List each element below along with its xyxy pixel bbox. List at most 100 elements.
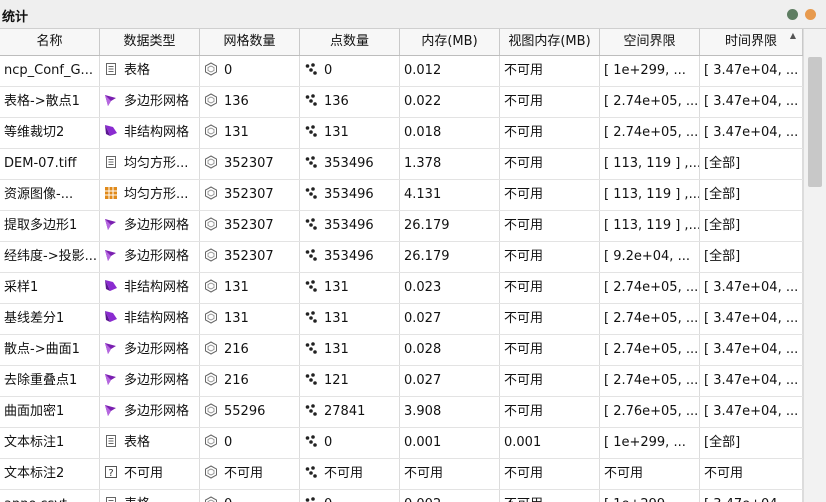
column-header-temporal-bounds[interactable]: 时间界限 ▲ — [700, 29, 803, 55]
cell-memory-text: 4.131 — [404, 187, 442, 202]
float-button[interactable] — [787, 9, 798, 20]
column-header-cell-count[interactable]: 网格数量 — [200, 29, 300, 55]
cell-data-type: 非结构网格 — [100, 118, 200, 148]
cell-data-type-text: 不可用 — [124, 466, 164, 481]
cell-icon — [204, 124, 218, 138]
cell-icon — [204, 62, 218, 76]
cell-memory: 不可用 — [400, 459, 500, 489]
column-header-point-count[interactable]: 点数量 — [300, 29, 400, 55]
cell-temporal-bounds: [全部] — [700, 180, 803, 210]
cell-memory: 0.012 — [400, 56, 500, 86]
cell-point-count: 121 — [300, 366, 400, 396]
cell-name-text: 曲面加密1 — [4, 404, 65, 419]
table-row[interactable]: 文本标注2? 不可用 不可用 不可用 不可用 不可用 不可用 不可用 — [0, 459, 826, 490]
column-header-spatial-bounds[interactable]: 空间界限 — [600, 29, 700, 55]
cell-view-memory-text: 不可用 — [504, 94, 544, 109]
cell-cell-count-text: 352307 — [224, 187, 274, 202]
points-icon — [304, 310, 318, 324]
cell-spatial-bounds: [ 1e+299, ... — [600, 428, 700, 458]
cell-memory-text: 1.378 — [404, 156, 442, 171]
cell-temporal-bounds-text: [ 3.47e+04, ... — [704, 63, 799, 78]
cell-data-type: ? 不可用 — [100, 459, 200, 489]
close-button[interactable] — [805, 9, 816, 20]
cell-icon — [204, 155, 218, 169]
points-icon — [304, 93, 318, 107]
cell-view-memory: 不可用 — [500, 335, 600, 365]
cell-name: ncp_Conf_G... — [0, 56, 100, 86]
sort-arrow-icon: ▲ — [789, 31, 796, 40]
cell-spatial-bounds-text: [ 113, 119 ] ,... — [604, 218, 700, 233]
statistics-panel: 统计 名称 数据类型 网格数量 点数量 内存(MB) 视图内存(MB) 空间界限… — [0, 0, 826, 502]
cell-cell-count: 352307 — [200, 180, 300, 210]
cell-name-text: 等维裁切2 — [4, 125, 65, 140]
table-row[interactable]: 文本标注1 表格 0 0 0.001 0.001 [ 1e+299, ... [全部] — [0, 428, 826, 459]
cell-temporal-bounds-text: [全部] — [704, 156, 741, 171]
table-row[interactable]: 基线差分1 非结构网格 131 131 0.027 不可用 [ 2.74e+05, ... [… — [0, 304, 826, 335]
cell-name-text: 资源图像-... — [4, 187, 74, 202]
cell-temporal-bounds: [全部] — [700, 149, 803, 179]
table-row[interactable]: 采样1 非结构网格 131 131 0.023 不可用 [ 2.74e+05, ... [ 3… — [0, 273, 826, 304]
table-row[interactable]: 等维裁切2 非结构网格 131 131 0.018 不可用 [ 2.74e+05, ... [… — [0, 118, 826, 149]
cell-view-memory-text: 不可用 — [504, 156, 544, 171]
polygon-mesh-icon — [104, 341, 118, 355]
cell-memory: 1.378 — [400, 149, 500, 179]
cell-point-count-text: 353496 — [324, 187, 374, 202]
polygon-mesh-icon — [104, 93, 118, 107]
table-row[interactable]: 散点->曲面1 多边形网格 216 131 0.028 不可用 [ 2.74e+05, ..… — [0, 335, 826, 366]
cell-cell-count: 216 — [200, 366, 300, 396]
cell-memory: 0.022 — [400, 87, 500, 117]
cell-icon — [204, 310, 218, 324]
cell-temporal-bounds-text: [ 3.47e+04, ... — [704, 373, 799, 388]
cell-cell-count-text: 352307 — [224, 156, 274, 171]
cell-cell-count: 0 — [200, 428, 300, 458]
cell-cell-count-text: 136 — [224, 94, 249, 109]
cell-memory-text: 0.027 — [404, 311, 442, 326]
cell-icon — [204, 93, 218, 107]
column-header-memory[interactable]: 内存(MB) — [400, 29, 500, 55]
cell-data-type: 多边形网格 — [100, 87, 200, 117]
cell-name: 散点->曲面1 — [0, 335, 100, 365]
cell-cell-count-text: 131 — [224, 125, 249, 140]
table-row[interactable]: 提取多边形1 多边形网格 352307 353496 26.179 不可用 [ 113, 1… — [0, 211, 826, 242]
vertical-scrollbar[interactable] — [803, 29, 826, 502]
table-row[interactable]: 曲面加密1 多边形网格 55296 27841 3.908 不可用 [ 2.76e+05, … — [0, 397, 826, 428]
table-row[interactable]: 经纬度->投影... 多边形网格 352307 353496 26.179 不可用 [ 9.… — [0, 242, 826, 273]
column-header-view-memory[interactable]: 视图内存(MB) — [500, 29, 600, 55]
cell-memory: 0.018 — [400, 118, 500, 148]
cell-cell-count: 352307 — [200, 149, 300, 179]
cell-data-type-text: 均匀方形... — [124, 156, 189, 171]
cell-icon — [204, 279, 218, 293]
cell-temporal-bounds: [ 3.47e+04, ... — [700, 87, 803, 117]
cell-temporal-bounds: [ 3.47e+04, ... — [700, 490, 803, 502]
unstructured-grid-icon — [104, 310, 118, 324]
polygon-mesh-icon — [104, 217, 118, 231]
scrollbar-thumb[interactable] — [808, 57, 822, 187]
column-header-data-type[interactable]: 数据类型 — [100, 29, 200, 55]
table-row[interactable]: ncp_Conf_G... 表格 0 0 0.012 不可用 [ 1e+299, ... [ … — [0, 56, 826, 87]
cell-name-text: anno.csvt — [4, 497, 67, 502]
cell-view-memory: 不可用 — [500, 459, 600, 489]
cell-cell-count-text: 0 — [224, 435, 233, 450]
cell-data-type: 多边形网格 — [100, 366, 200, 396]
cell-temporal-bounds: [ 3.47e+04, ... — [700, 273, 803, 303]
cell-cell-count: 55296 — [200, 397, 300, 427]
cell-cell-count: 131 — [200, 273, 300, 303]
cell-cell-count-text: 0 — [224, 497, 232, 502]
cell-data-type: 非结构网格 — [100, 273, 200, 303]
cell-point-count-text: 0 — [324, 497, 332, 502]
cell-point-count: 353496 — [300, 242, 400, 272]
column-header-name[interactable]: 名称 — [0, 29, 100, 55]
cell-name: DEM-07.tiff — [0, 149, 100, 179]
cell-name: 文本标注2 — [0, 459, 100, 489]
table-row[interactable]: anno.csvt 表格 0 0 0.002 不可用 [ 1e+299, ... [ 3.47… — [0, 490, 826, 502]
cell-view-memory-text: 0.001 — [504, 435, 542, 450]
cell-cell-count: 131 — [200, 304, 300, 334]
cell-point-count: 131 — [300, 335, 400, 365]
table-row[interactable]: 表格->散点1 多边形网格 136 136 0.022 不可用 [ 2.74e+05, ..… — [0, 87, 826, 118]
table-row[interactable]: 去除重叠点1 多边形网格 216 121 0.027 不可用 [ 2.74e+05, ...… — [0, 366, 826, 397]
cell-data-type-text: 多边形网格 — [124, 404, 190, 419]
cell-data-type-text: 多边形网格 — [124, 249, 190, 264]
cell-data-type-text: 多边形网格 — [124, 94, 190, 109]
table-row[interactable]: DEM-07.tiff 均匀方形... 352307 353496 1.378 不可用 [ … — [0, 149, 826, 180]
table-row[interactable]: 资源图像-... 均匀方形... 352307 353496 4.131 不可用 [ 113… — [0, 180, 826, 211]
